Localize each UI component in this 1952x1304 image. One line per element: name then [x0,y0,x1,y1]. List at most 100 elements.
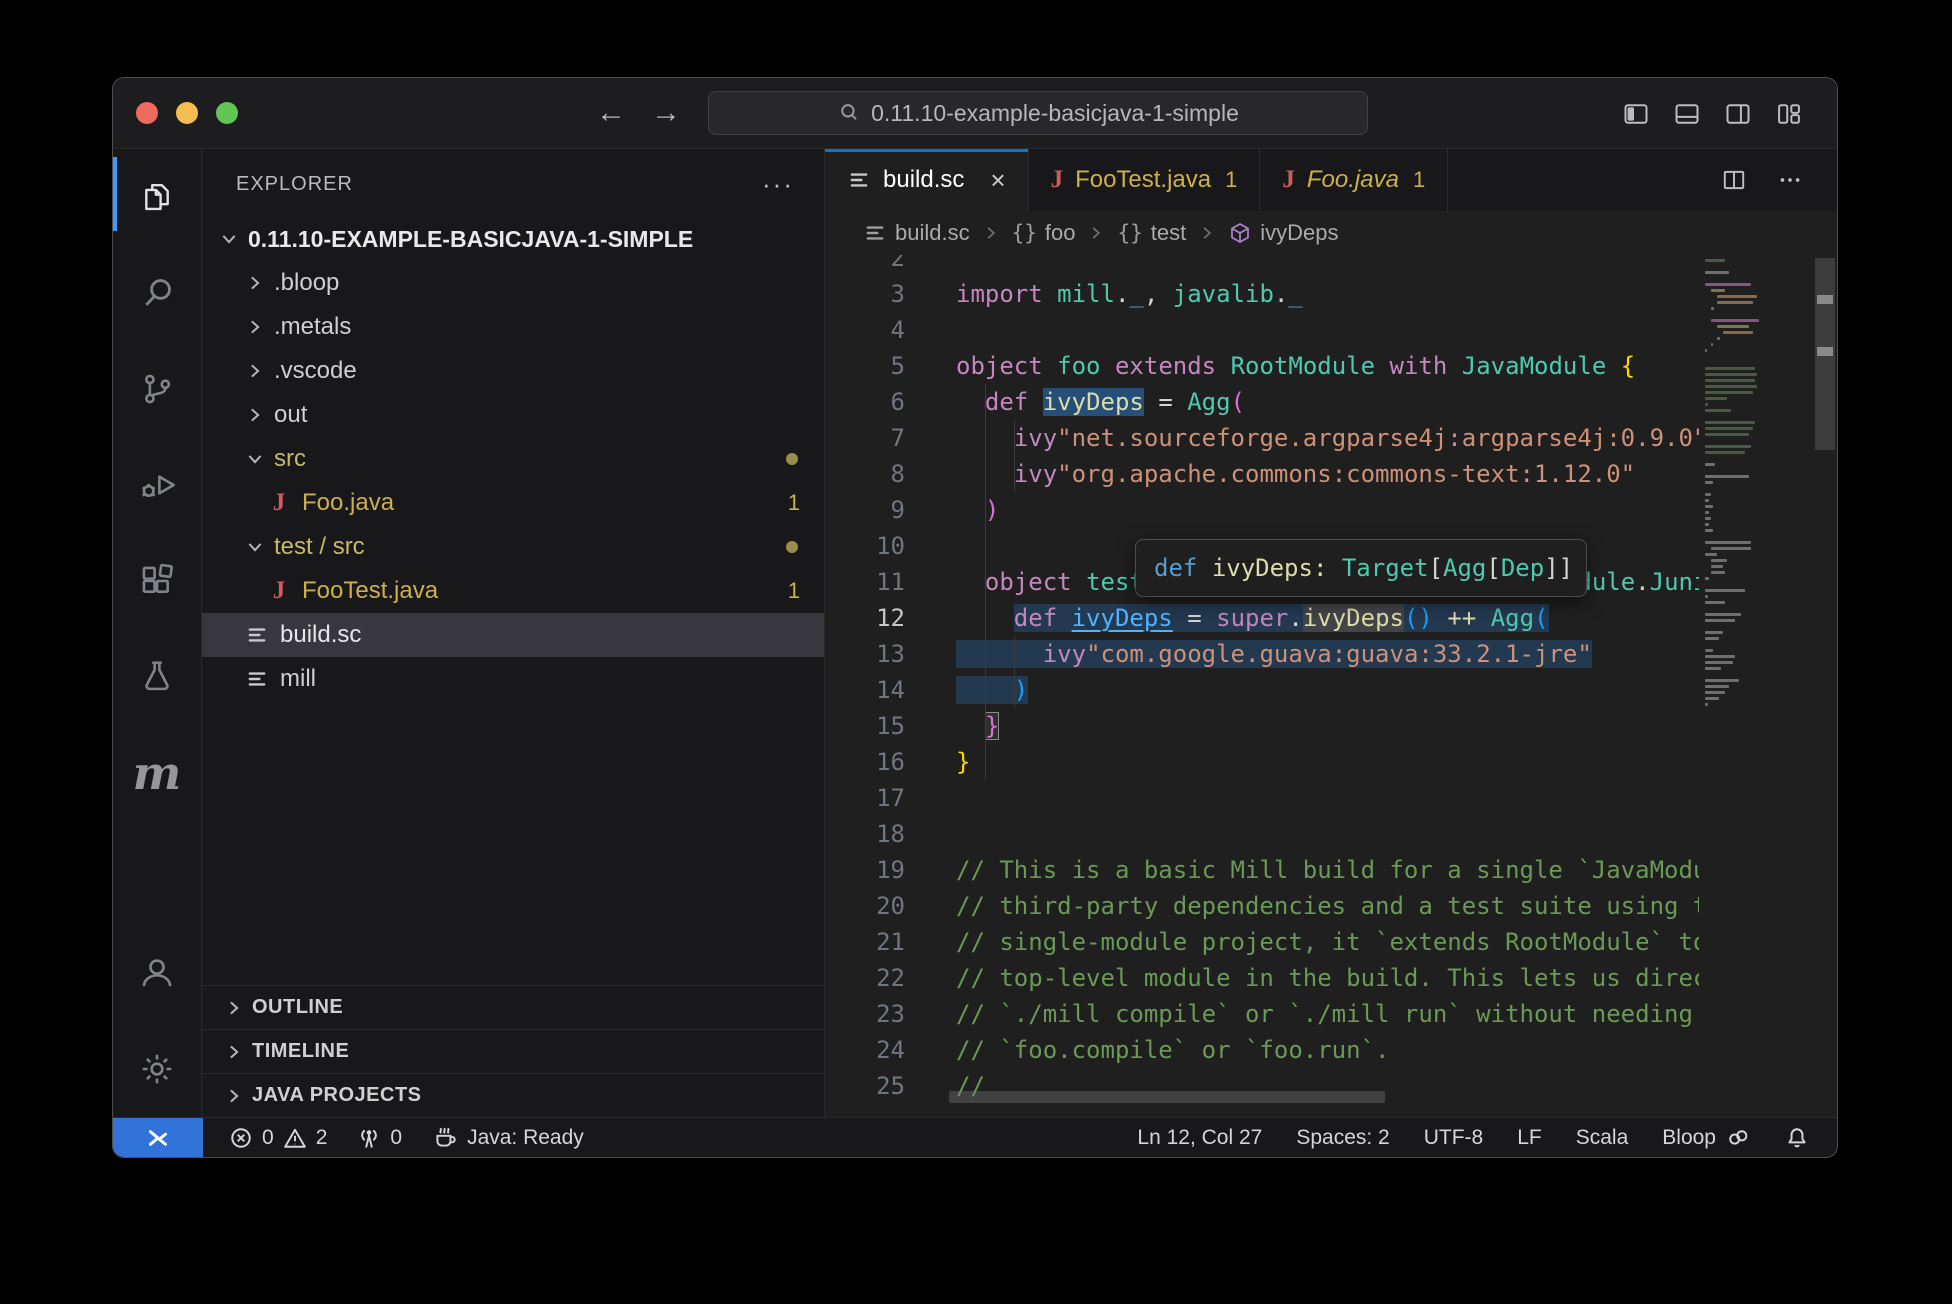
code-line-9[interactable]: 9 ) [825,492,1699,528]
navigate-back-button[interactable]: ← [591,78,631,149]
activity-bar-item-testing[interactable] [113,629,201,725]
section-outline[interactable]: OUTLINE [202,985,824,1029]
status-ports[interactable]: 0 [357,1126,402,1150]
activity-bar-item-account[interactable] [113,925,201,1021]
script-file-icon [242,623,272,647]
tree-root-folder[interactable]: 0.11.10-EXAMPLE-BASICJAVA-1-SIMPLE [202,217,824,261]
code-line-24[interactable]: 24// `foo.compile` or `foo.run`. [825,1032,1699,1068]
command-center-search[interactable]: 0.11.10-example-basicjava-1-simple [708,91,1368,135]
tab-build-sc[interactable]: build.sc× [825,149,1029,211]
sidebar-item-vscode[interactable]: .vscode [202,349,824,393]
section-java-projects[interactable]: JAVA PROJECTS [202,1073,824,1117]
sidebar-item-footest-java[interactable]: JFooTest.java1 [202,569,824,613]
status-language[interactable]: Scala [1576,1126,1629,1150]
sidebar-item-build-sc[interactable]: build.sc [202,613,824,657]
remote-indicator[interactable] [113,1118,203,1157]
tab-foo-java[interactable]: JFoo.java1 [1260,149,1448,211]
file-label: build.sc [280,621,361,649]
toggle-panel-icon[interactable] [1673,100,1701,128]
sidebar-item-bloop[interactable]: .bloop [202,261,824,305]
activity-bar-item-explorer[interactable] [113,149,201,245]
breadcrumb-item-test[interactable]: {}test [1117,220,1186,246]
status-notifications[interactable] [1785,1126,1809,1150]
status-problems[interactable]: 02 [229,1126,327,1150]
code-line-8[interactable]: 8 ivy"org.apache.commons:commons-text:1.… [825,456,1699,492]
code-line-14[interactable]: 14 ) [825,672,1699,708]
code-line-21[interactable]: 21// single-module project, it `extends … [825,924,1699,960]
code-line-4[interactable]: 4 [825,312,1699,348]
sidebar-item-mill[interactable]: mill [202,657,824,701]
activity-bar-item-source-control[interactable] [113,341,201,437]
code-text: ) [956,676,1028,704]
status-text: Spaces: 2 [1296,1126,1389,1150]
scrollbar-decoration [1817,295,1833,304]
code-line-16[interactable]: 16} [825,744,1699,780]
close-icon[interactable]: × [990,165,1005,196]
code-line-2[interactable]: 2 [825,255,1699,276]
breadcrumb-label: build.sc [895,220,970,246]
activity-bar-item-settings[interactable] [113,1021,201,1117]
status-java-status[interactable]: Java: Ready [432,1125,584,1151]
code-line-6[interactable]: 6 def ivyDeps = Agg( [825,384,1699,420]
breadcrumb-item-ivydeps[interactable]: ivyDeps [1228,220,1338,246]
code-editor[interactable]: 23import mill._, javalib._45object foo e… [825,255,1837,1117]
minimap-line [1705,445,1751,448]
code-line-20[interactable]: 20// third-party dependencies and a test… [825,888,1699,924]
minimap-line [1705,649,1713,652]
sidebar-item-out[interactable]: out [202,393,824,437]
status-bloop[interactable]: Bloop [1662,1125,1751,1151]
split-editor-icon[interactable] [1721,167,1747,193]
code-text: ) [956,496,999,524]
status-cursor-position[interactable]: Ln 12, Col 27 [1137,1126,1262,1150]
code-line-3[interactable]: 3import mill._, javalib._ [825,276,1699,312]
more-actions-icon[interactable] [1777,167,1803,193]
sidebar-item-src[interactable]: src [202,437,824,481]
minimap[interactable] [1699,255,1811,1117]
search-icon [138,274,176,312]
code-line-12[interactable]: 12 def ivyDeps = super.ivyDeps() ++ Agg( [825,600,1699,636]
problem-count-badge: 1 [788,490,800,516]
navigate-forward-button[interactable]: → [646,78,686,149]
zoom-window-button[interactable] [216,102,238,124]
code-line-23[interactable]: 23// `./mill compile` or `./mill run` wi… [825,996,1699,1032]
sidebar-item-test-src[interactable]: test / src [202,525,824,569]
code-line-13[interactable]: 13 ivy"com.google.guava:guava:33.2.1-jre… [825,636,1699,672]
customize-layout-icon[interactable] [1775,100,1803,128]
code-line-22[interactable]: 22// top-level module in the build. This… [825,960,1699,996]
status-eol[interactable]: LF [1517,1126,1542,1150]
minimap-line [1705,349,1707,352]
status-bar: 02 0 Java: Ready Ln 12, Col 27 Spaces: 2 UTF… [113,1117,1837,1157]
code-line-5[interactable]: 5object foo extends RootModule with Java… [825,348,1699,384]
code-line-19[interactable]: 19// This is a basic Mill build for a si… [825,852,1699,888]
code-line-7[interactable]: 7 ivy"net.sourceforge.argparse4j:argpars… [825,420,1699,456]
toggle-secondary-sidebar-icon[interactable] [1724,100,1752,128]
sidebar-item-foo-java[interactable]: JFoo.java1 [202,481,824,525]
minimize-window-button[interactable] [176,102,198,124]
code-line-18[interactable]: 18 [825,816,1699,852]
minimap-line [1705,403,1708,406]
activity-bar-item-run-debug[interactable] [113,437,201,533]
activity-bar-item-extensions[interactable] [113,533,201,629]
file-label: out [274,401,307,429]
horizontal-scrollbar[interactable] [949,1091,1385,1103]
section-timeline[interactable]: TIMELINE [202,1029,824,1073]
code-line-15[interactable]: 15 } [825,708,1699,744]
code-line-17[interactable]: 17 [825,780,1699,816]
file-label: mill [280,665,316,693]
activity-bar-item-search[interactable] [113,245,201,341]
status-encoding[interactable]: UTF-8 [1424,1126,1484,1150]
line-number: 25 [825,1068,905,1104]
breadcrumb-item-build-sc[interactable]: build.sc [863,220,970,246]
sidebar-item-metals[interactable]: .metals [202,305,824,349]
minimap-line [1705,283,1751,286]
explorer-more-actions-icon[interactable]: ··· [762,169,794,200]
toggle-primary-sidebar-icon[interactable] [1622,100,1650,128]
status-indentation[interactable]: Spaces: 2 [1296,1126,1389,1150]
tab-footest-java[interactable]: JFooTest.java1 [1029,149,1261,211]
minimap-line [1705,661,1733,664]
breadcrumb-item-foo[interactable]: {}foo [1012,220,1076,246]
code-text: } [956,712,999,740]
line-number: 23 [825,996,905,1032]
close-window-button[interactable] [136,102,158,124]
activity-bar-item-metals[interactable]: m [113,725,201,821]
